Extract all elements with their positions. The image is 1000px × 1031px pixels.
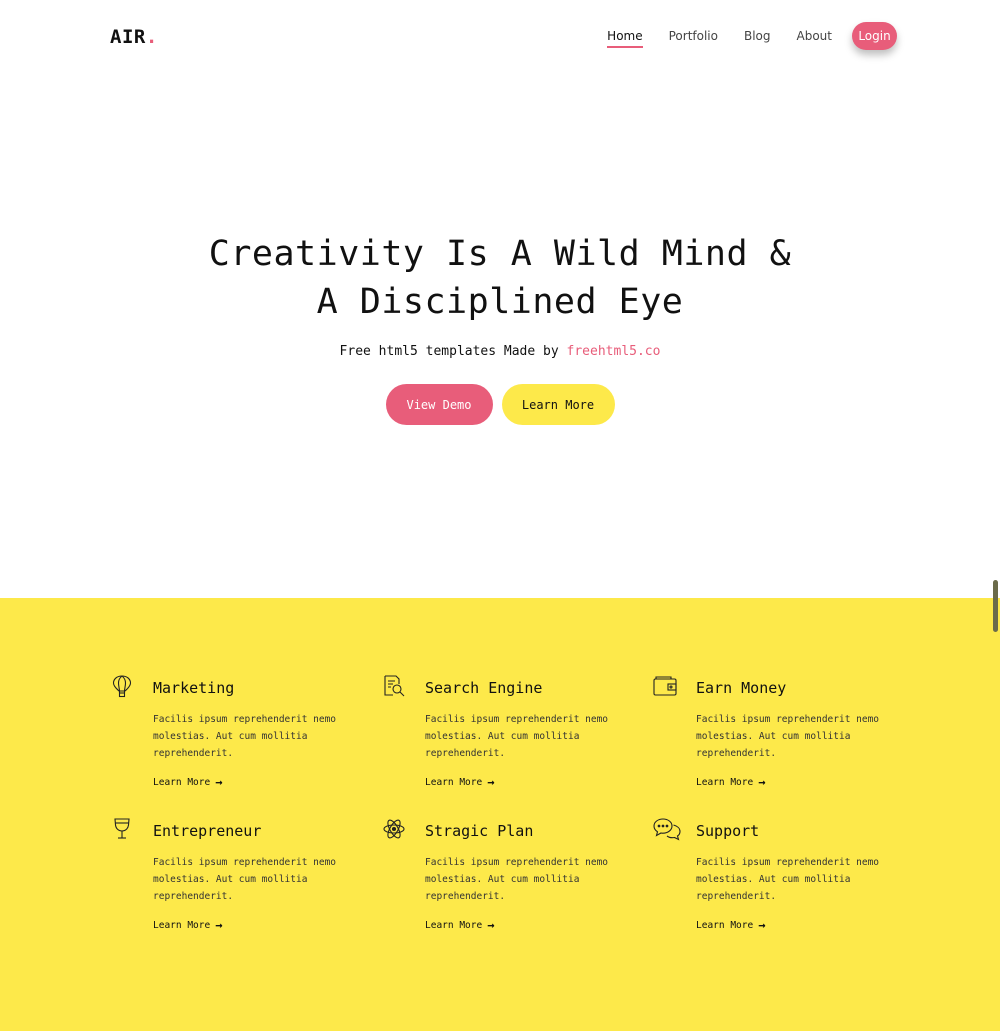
atom-icon [382, 817, 406, 841]
scrollbar-thumb[interactable] [993, 580, 998, 632]
learn-more-label: Learn More [696, 776, 754, 788]
learn-more-label: Learn More [425, 776, 483, 788]
hot-air-balloon-icon [110, 674, 134, 698]
logo-dot: . [145, 26, 158, 48]
hero-subtitle-text: Free html5 templates Made by [339, 344, 559, 359]
logo-text: AIR [110, 26, 146, 48]
hero-subtitle: Free html5 templates Made by freehtml5.c… [0, 344, 1000, 359]
freehtml5-link[interactable]: freehtml5.co [567, 344, 661, 359]
arrow-right-icon: → [758, 918, 766, 932]
learn-more-label: Learn More [153, 919, 211, 931]
hero-title-line-2: A Disciplined Eye [316, 282, 684, 322]
feature-title: Support [696, 822, 760, 840]
feature-text: Facilis ipsum reprehenderit nemo molesti… [696, 714, 880, 759]
nav-item-home[interactable]: Home [607, 22, 644, 50]
feature-text: Facilis ipsum reprehenderit nemo molesti… [425, 857, 609, 902]
feature-title: Entrepreneur [153, 822, 262, 840]
feature-entrepreneur: Entrepreneur Facilis ipsum reprehenderit… [110, 817, 370, 947]
feature-learn-more-link[interactable]: Learn More → [696, 775, 765, 789]
feature-learn-more-link[interactable]: Learn More → [153, 918, 222, 932]
feature-title: Marketing [153, 679, 235, 697]
arrow-right-icon: → [487, 775, 495, 789]
feature-earn-money: Earn Money Facilis ipsum reprehenderit n… [653, 674, 913, 804]
feature-title: Earn Money [696, 679, 787, 697]
arrow-right-icon: → [487, 918, 495, 932]
learn-more-label: Learn More [153, 776, 211, 788]
hero-buttons: View Demo Learn More [0, 384, 1000, 425]
learn-more-button[interactable]: Learn More [501, 384, 615, 425]
feature-text: Facilis ipsum reprehenderit nemo molesti… [153, 714, 337, 759]
nav-item-about[interactable]: About [797, 22, 832, 50]
hero-title: Creativity Is A Wild Mind & A Disciplined… [0, 230, 1000, 326]
features-section: Marketing Facilis ipsum reprehenderit ne… [0, 598, 1000, 1031]
feature-text: Facilis ipsum reprehenderit nemo molesti… [696, 857, 880, 902]
feature-stragic-plan: Stragic Plan Facilis ipsum reprehenderit… [382, 817, 642, 947]
site-header: AIR. Home Portfolio Blog About Login [0, 0, 1000, 74]
chat-bubbles-icon [653, 817, 681, 841]
hero-title-line-1: Creativity Is A Wild Mind & [208, 234, 792, 274]
login-button[interactable]: Login [852, 22, 897, 50]
main-nav: Home Portfolio Blog About Login [581, 22, 897, 50]
feature-marketing: Marketing Facilis ipsum reprehenderit ne… [110, 674, 370, 804]
learn-more-label: Learn More [425, 919, 483, 931]
feature-title: Stragic Plan [425, 822, 534, 840]
feature-learn-more-link[interactable]: Learn More → [425, 918, 494, 932]
feature-learn-more-link[interactable]: Learn More → [425, 775, 494, 789]
feature-text: Facilis ipsum reprehenderit nemo molesti… [153, 857, 337, 902]
arrow-right-icon: → [758, 775, 766, 789]
nav-item-blog[interactable]: Blog [744, 22, 771, 50]
arrow-right-icon: → [215, 918, 223, 932]
view-demo-button[interactable]: View Demo [385, 384, 493, 425]
feature-learn-more-link[interactable]: Learn More → [153, 775, 222, 789]
feature-title: Search Engine [425, 679, 543, 697]
site-logo[interactable]: AIR. [110, 26, 158, 48]
feature-text: Facilis ipsum reprehenderit nemo molesti… [425, 714, 609, 759]
wine-glass-icon [110, 817, 134, 841]
feature-search-engine: Search Engine Facilis ipsum reprehenderi… [382, 674, 642, 804]
learn-more-label: Learn More [696, 919, 754, 931]
nav-item-portfolio[interactable]: Portfolio [669, 22, 718, 50]
feature-learn-more-link[interactable]: Learn More → [696, 918, 765, 932]
feature-support: Support Facilis ipsum reprehenderit nemo… [653, 817, 913, 947]
wallet-icon [653, 674, 677, 698]
arrow-right-icon: → [215, 775, 223, 789]
hero-section: Creativity Is A Wild Mind & A Disciplined… [0, 74, 1000, 598]
search-document-icon [382, 674, 406, 698]
